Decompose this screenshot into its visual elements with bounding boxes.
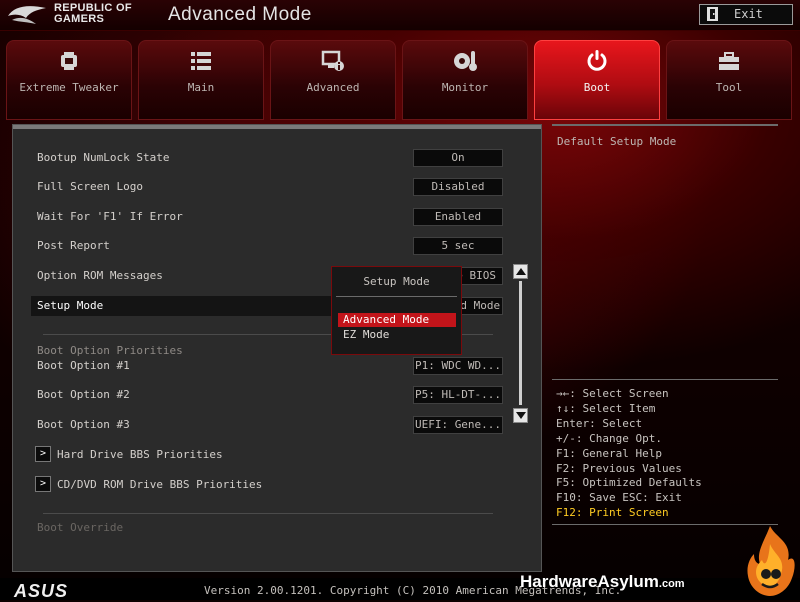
setting-label: Boot Option #3 <box>37 418 130 431</box>
power-icon <box>587 50 607 71</box>
key-hint: F5: Optimized Defaults <box>556 476 702 490</box>
tweaker-icon <box>61 52 77 70</box>
watermark-suffix: .com <box>658 578 685 590</box>
setting-value[interactable]: P1: WDC WD... <box>413 357 503 375</box>
key-hint: Enter: Select <box>556 416 643 430</box>
help-description: Default Setup Mode <box>557 135 677 148</box>
tab-label: Monitor <box>441 81 489 94</box>
boot-priorities-heading: Boot Option Priorities <box>37 344 183 357</box>
tab-boot[interactable]: Boot <box>534 40 660 120</box>
tab-extreme-tweaker[interactable]: Extreme Tweaker <box>6 40 132 120</box>
tab-label: Main <box>187 81 215 94</box>
setup-mode-popup: Setup Mode Advanced Mode EZ Mode <box>331 266 462 355</box>
setting-label: Boot Option #2 <box>37 388 130 401</box>
watermark-name: HardwareAsylum <box>520 572 659 591</box>
key-hint: F10: Save ESC: Exit <box>556 491 682 505</box>
exit-label: Exit <box>734 7 763 21</box>
chevron-right-icon: > <box>35 476 51 492</box>
scrollbar-track[interactable] <box>519 281 522 405</box>
exit-door-icon <box>707 7 718 21</box>
help-panel-divider <box>552 379 778 380</box>
setting-label: Boot Option #1 <box>37 359 130 372</box>
submenu-label: CD/DVD ROM Drive BBS Priorities <box>57 478 263 491</box>
help-panel-divider <box>552 124 778 126</box>
section-divider <box>43 513 493 514</box>
tab-label: Extreme Tweaker <box>19 81 119 94</box>
setting-value[interactable]: Disabled <box>413 178 503 196</box>
setting-value[interactable]: Enabled <box>413 208 503 226</box>
setting-row-boot-option-1[interactable]: Boot Option #1 P1: WDC WD... <box>37 357 503 376</box>
brand-name: REPUBLIC OF GAMERS <box>54 3 132 25</box>
setting-value[interactable]: 5 sec <box>413 237 503 255</box>
page-title: Advanced Mode <box>168 4 312 25</box>
key-legend: →←: Select Screen ↑↓: Select Item Enter:… <box>556 387 702 521</box>
tab-label: Boot <box>583 81 611 94</box>
setting-value[interactable]: UEFI: Gene... <box>413 416 503 434</box>
setting-label: Option ROM Messages <box>37 269 163 282</box>
tab-advanced[interactable]: Advanced <box>270 40 396 120</box>
setting-row-boot-option-3[interactable]: Boot Option #3 UEFI: Gene... <box>37 416 503 435</box>
thermometer-icon <box>454 51 477 71</box>
settings-panel: Bootup NumLock State On Full Screen Logo… <box>12 124 542 572</box>
flame-mascot-icon <box>747 526 795 596</box>
setting-row-wait-f1[interactable]: Wait For 'F1' If Error Enabled <box>37 208 503 227</box>
popup-option-advanced-mode[interactable]: Advanced Mode <box>338 313 456 327</box>
key-hint-print-screen: F12: Print Screen <box>556 506 669 520</box>
key-hint: F2: Previous Values <box>556 461 682 475</box>
setting-value[interactable]: On <box>413 149 503 167</box>
tab-monitor[interactable]: Monitor <box>402 40 528 120</box>
toolbox-icon <box>719 52 739 70</box>
setting-value[interactable]: P5: HL-DT-... <box>413 386 503 404</box>
setting-label: Wait For 'F1' If Error <box>37 210 183 223</box>
list-icon <box>191 52 211 70</box>
setting-row-numlock[interactable]: Bootup NumLock State On <box>37 149 503 168</box>
setting-label: Full Screen Logo <box>37 180 143 193</box>
key-hint: ↑↓: Select Item <box>556 401 656 415</box>
header-bar: REPUBLIC OF GAMERS Advanced Mode Exit <box>0 0 800 31</box>
key-hint: +/-: Change Opt. <box>556 431 662 445</box>
popup-divider <box>336 296 457 297</box>
setting-label: Bootup NumLock State <box>37 151 170 164</box>
boot-override-heading: Boot Override <box>37 521 124 534</box>
scroll-up-button[interactable] <box>513 264 528 279</box>
setting-row-full-screen-logo[interactable]: Full Screen Logo Disabled <box>37 178 503 197</box>
key-hint: →←: Select Screen <box>556 387 669 400</box>
setting-label: Post Report <box>37 239 110 252</box>
asus-logo: ASUS <box>14 581 69 601</box>
key-hint: F1: General Help <box>556 446 662 460</box>
submenu-hard-drive-bbs[interactable]: > Hard Drive BBS Priorities <box>35 446 497 465</box>
tab-label: Tool <box>715 81 743 94</box>
submenu-label: Hard Drive BBS Priorities <box>57 448 223 461</box>
advanced-icon <box>321 50 344 71</box>
watermark-text: HardwareAsylum.com <box>520 572 685 592</box>
setting-row-post-report[interactable]: Post Report 5 sec <box>37 237 503 256</box>
setting-label: Setup Mode <box>37 299 104 312</box>
tab-tool[interactable]: Tool <box>666 40 792 120</box>
scroll-down-button[interactable] <box>513 408 528 423</box>
brand-line-2: GAMERS <box>54 13 105 25</box>
popup-option-ez-mode[interactable]: EZ Mode <box>338 328 456 342</box>
submenu-cd-dvd-bbs[interactable]: > CD/DVD ROM Drive BBS Priorities <box>35 476 497 495</box>
popup-title: Setup Mode <box>363 275 430 288</box>
exit-button[interactable]: Exit <box>699 4 793 25</box>
setting-row-boot-option-2[interactable]: Boot Option #2 P5: HL-DT-... <box>37 386 503 405</box>
chevron-right-icon: > <box>35 446 51 462</box>
rog-eye-icon <box>8 6 46 24</box>
tab-label: Advanced <box>306 81 360 94</box>
tab-main[interactable]: Main <box>138 40 264 120</box>
